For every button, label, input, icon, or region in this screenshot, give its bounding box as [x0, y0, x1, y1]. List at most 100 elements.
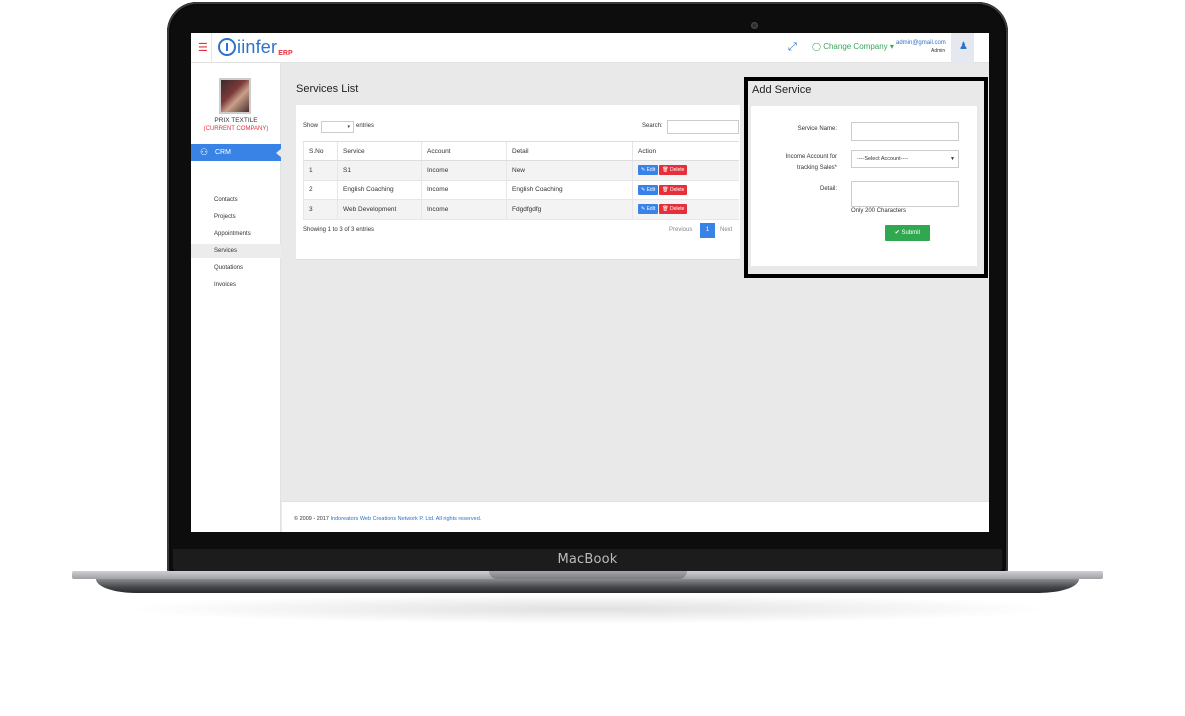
camera: [751, 22, 758, 29]
laptop-base-lower: [96, 579, 1079, 593]
submit-button[interactable]: ✔ Submit: [885, 225, 930, 241]
service-name-label: Service Name:: [797, 126, 837, 132]
cell-service: English Coaching: [337, 180, 422, 200]
footer-text: © 2009 - 2017 Indoreators Web Creations …: [294, 516, 481, 522]
cell-account: Income: [421, 180, 507, 200]
pagination-next[interactable]: Next: [720, 227, 732, 233]
user-email[interactable]: admin@gmail.com: [896, 40, 946, 46]
income-account-select[interactable]: ----Select Account---- ▼: [851, 150, 959, 168]
pagination-previous[interactable]: Previous: [669, 227, 692, 233]
avatar: [219, 78, 251, 114]
income-account-label-line2: tracking Sales*: [796, 165, 837, 171]
entries-label: entries: [356, 123, 375, 129]
cell-detail: New: [506, 160, 633, 181]
add-service-panel: Add Service Service Name: Income Account…: [744, 77, 988, 278]
cell-service: Web Development: [337, 199, 422, 220]
column-header[interactable]: Detail: [506, 141, 633, 161]
sidebar-item-projects[interactable]: Projects: [191, 210, 281, 224]
cell-service: S1: [337, 160, 422, 181]
sidebar-item-services[interactable]: Services: [191, 244, 281, 258]
edit-label: Edit: [646, 206, 656, 213]
user-icon: ⚇: [200, 147, 209, 157]
sidebar-section-crm[interactable]: ⚇ CRM: [191, 144, 282, 161]
change-company-label: Change Company: [823, 42, 888, 51]
active-arrow: [276, 148, 282, 158]
entries-select[interactable]: ▾: [321, 121, 354, 133]
sidebar-section-label: CRM: [215, 149, 231, 156]
cell-action: ✎ Edit 🗑 Delete: [632, 199, 739, 220]
services-list-card: Show ▾ entries Search: S.No Service Acco…: [296, 105, 740, 260]
delete-label: Delete: [669, 167, 685, 174]
change-company-dropdown[interactable]: ◯ Change Company ▾: [812, 42, 894, 51]
company-name: PRIX TEXTILE: [214, 117, 258, 124]
detail-label: Detail:: [819, 186, 837, 192]
delete-button[interactable]: 🗑 Delete: [659, 165, 688, 176]
show-label: Show: [303, 123, 319, 129]
service-name-input[interactable]: [851, 122, 959, 141]
sidebar: PRIX TEXTILE (CURRENT COMPANY) ⚇ CRM Con…: [191, 63, 282, 532]
sidebar-item-contacts[interactable]: Contacts: [191, 193, 281, 207]
edit-button[interactable]: ✎ Edit: [638, 165, 659, 176]
delete-button[interactable]: 🗑 Delete: [659, 184, 688, 195]
logo-sub: ERP: [278, 50, 293, 57]
edit-label: Edit: [646, 167, 656, 174]
laptop-notch: [489, 571, 687, 579]
add-service-form: Service Name: Income Account for trackin…: [751, 106, 977, 266]
cell-sno: 2: [303, 180, 338, 200]
page-title: Services List: [296, 83, 359, 95]
brand-label: MacBook: [557, 552, 618, 567]
table-row: 1 S1 Income New ✎ Edit 🗑 Delete: [303, 160, 739, 181]
table-row: 3 Web Development Income Fdgdfgdfg ✎ Edi…: [303, 199, 739, 220]
cell-detail: English Coaching: [506, 180, 633, 200]
table-row: 2 English Coaching Income English Coachi…: [303, 180, 739, 200]
cell-detail: Fdgdfgdfg: [506, 199, 633, 220]
column-header[interactable]: Service: [337, 141, 422, 161]
sidebar-item-invoices[interactable]: Invoices: [191, 278, 281, 292]
income-account-label-line1: Income Account for: [785, 154, 837, 160]
column-header[interactable]: S.No: [303, 141, 338, 161]
add-service-title: Add Service: [752, 84, 812, 96]
company-tag: (CURRENT COMPANY): [203, 126, 269, 132]
column-header: Action: [632, 141, 739, 161]
laptop-shadow: [120, 594, 1060, 624]
logo[interactable]: iinfer ERP: [218, 35, 293, 59]
edit-label: Edit: [646, 186, 656, 193]
divider: [211, 33, 212, 63]
select-placeholder: ----Select Account----: [857, 156, 909, 162]
search-input[interactable]: [667, 120, 739, 134]
user-role: Admin: [931, 48, 946, 54]
delete-label: Delete: [669, 186, 685, 193]
submit-label: Submit: [901, 230, 921, 236]
footer-copyright: © 2009 - 2017: [294, 516, 329, 522]
services-table: S.No Service Account Detail Action 1 S1 …: [303, 141, 739, 220]
user-menu-button[interactable]: ♟: [951, 33, 974, 63]
footer: © 2009 - 2017 Indoreators Web Creations …: [282, 501, 989, 532]
fullscreen-icon[interactable]: ⤢: [788, 41, 797, 54]
topbar: ☰ iinfer ERP ⤢ ◯ Change Company ▾ admin@…: [191, 33, 989, 63]
cell-sno: 1: [303, 160, 338, 181]
detail-hint: Only 200 Characters: [851, 208, 907, 214]
logo-text: iinfer: [237, 37, 278, 57]
cell-action: ✎ Edit 🗑 Delete: [632, 160, 739, 181]
app-screen: ☰ iinfer ERP ⤢ ◯ Change Company ▾ admin@…: [191, 33, 989, 532]
search-label: Search:: [642, 123, 663, 129]
column-header[interactable]: Account: [421, 141, 507, 161]
chevron-down-icon: ▼: [950, 156, 955, 162]
bottom-bezel: MacBook: [173, 549, 1002, 571]
user-icon: ♟: [959, 41, 968, 52]
cell-account: Income: [421, 199, 507, 220]
detail-textarea[interactable]: [851, 181, 959, 207]
footer-company-link[interactable]: Indoreators Web Creations Network P. Ltd…: [330, 516, 481, 522]
edit-button[interactable]: ✎ Edit: [638, 184, 659, 195]
cell-action: ✎ Edit 🗑 Delete: [632, 180, 739, 200]
showing-info: Showing 1 to 3 of 3 entries: [303, 227, 375, 233]
edit-button[interactable]: ✎ Edit: [638, 204, 659, 215]
sidebar-item-appointments[interactable]: Appointments: [191, 227, 281, 241]
pagination-page-1[interactable]: 1: [700, 223, 715, 238]
delete-button[interactable]: 🗑 Delete: [659, 204, 688, 215]
delete-label: Delete: [669, 206, 685, 213]
cell-sno: 3: [303, 199, 338, 220]
menu-icon[interactable]: ☰: [198, 41, 208, 54]
cell-account: Income: [421, 160, 507, 181]
sidebar-item-quotations[interactable]: Quotations: [191, 261, 281, 275]
